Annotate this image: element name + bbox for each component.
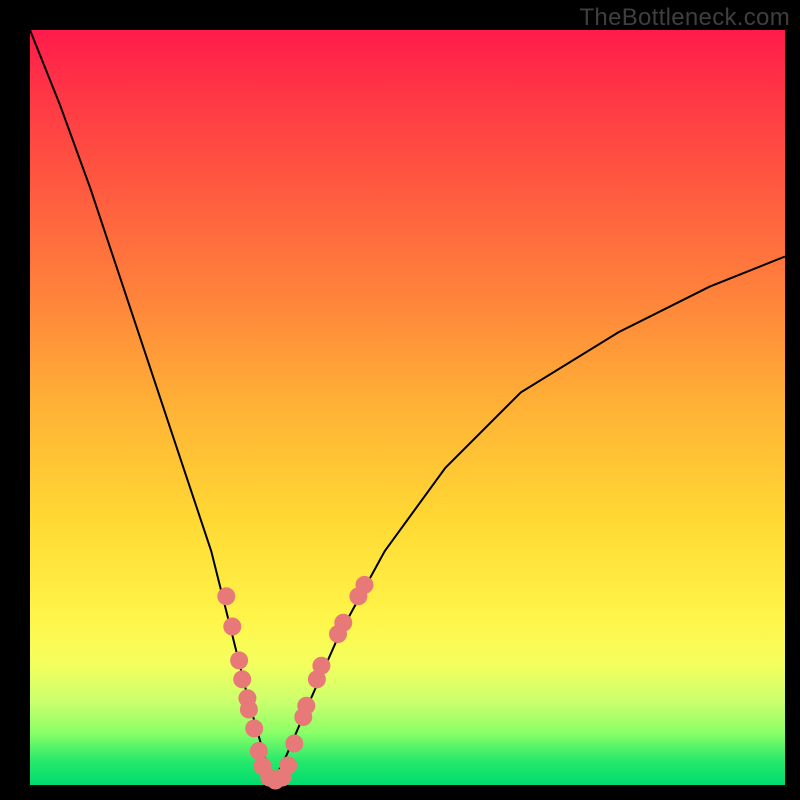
plot-area [30, 30, 785, 785]
sample-dot [279, 756, 297, 774]
bottleneck-curve-svg [30, 30, 785, 785]
sample-dot [223, 618, 241, 636]
sample-dot [245, 719, 263, 737]
sample-dot [356, 576, 374, 594]
sample-dot [285, 735, 303, 753]
chart-frame: TheBottleneck.com [0, 0, 800, 800]
sample-dot [233, 670, 251, 688]
sample-dot [250, 742, 268, 760]
sample-dot [297, 697, 315, 715]
sample-dot [312, 657, 330, 675]
sample-dots-group [217, 576, 373, 790]
sample-dot [217, 587, 235, 605]
sample-dot [240, 701, 258, 719]
sample-dot [230, 651, 248, 669]
bottleneck-curve [30, 30, 785, 785]
sample-dot [334, 614, 352, 632]
watermark-text: TheBottleneck.com [579, 4, 790, 32]
